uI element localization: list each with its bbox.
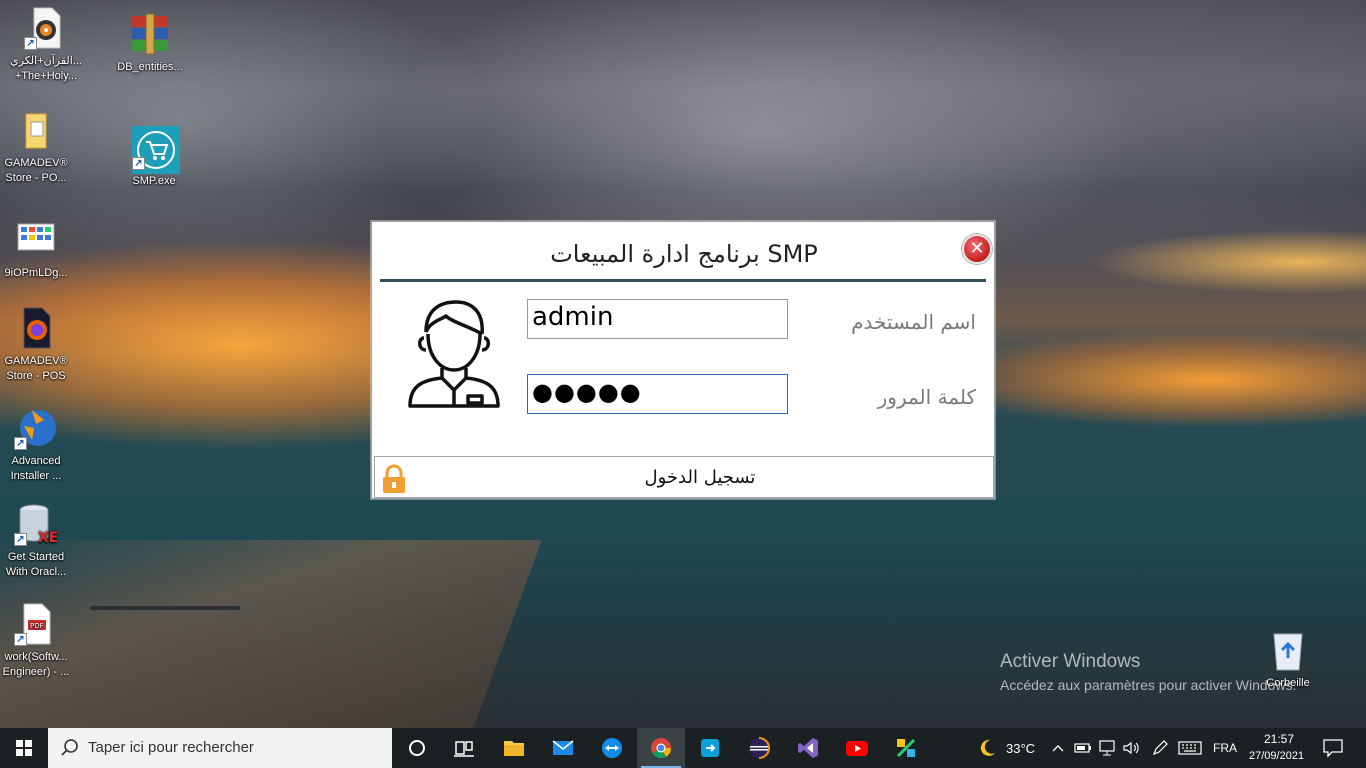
desktop-icon-oracle[interactable]: XE ↗ Get Started With Oracl... bbox=[0, 502, 78, 580]
taskbar-app-file-explorer[interactable] bbox=[490, 728, 538, 768]
wallpaper-beach bbox=[0, 540, 542, 728]
login-dialog: برنامج ادارة المبيعات SMP ✕ اسم المستخدم… bbox=[371, 221, 995, 499]
firefox-file-icon bbox=[14, 306, 58, 350]
task-view-icon bbox=[454, 741, 474, 757]
desktop-icon-pdf[interactable]: PDF ↗ work(Softw... Engineer) - ... bbox=[0, 602, 78, 680]
svg-text:PDF: PDF bbox=[30, 622, 44, 630]
desktop-icon-label: Get Started With Oracl... bbox=[5, 551, 67, 578]
taskbar-app-chrome[interactable] bbox=[637, 728, 685, 768]
taskbar: Taper ici pour rechercher 33°C FRA 21:57… bbox=[0, 728, 1366, 768]
desktop-icon-smp[interactable]: ↗ SMP.exe bbox=[112, 126, 196, 189]
search-icon bbox=[61, 739, 78, 756]
desktop-icon-label: القرآن+الكري... +The+Holy... bbox=[10, 55, 82, 82]
username-field[interactable]: admin bbox=[527, 299, 788, 339]
eclipse-icon bbox=[749, 737, 770, 759]
desktop-icon-label: 9iOPmLDg... bbox=[4, 267, 68, 279]
login-button-label: تسجيل الدخول bbox=[644, 467, 756, 488]
pdf-file-icon: PDF ↗ bbox=[14, 602, 58, 646]
mail-icon bbox=[552, 740, 574, 755]
taskbar-app-mail[interactable] bbox=[539, 728, 587, 768]
clock-date[interactable]: 27/09/2021 bbox=[1249, 750, 1304, 762]
oracle-database-icon: XE ↗ bbox=[14, 502, 58, 546]
close-icon: ✕ bbox=[969, 238, 985, 259]
notifications-icon[interactable] bbox=[1322, 738, 1344, 758]
teamviewer-icon bbox=[602, 738, 622, 758]
search-placeholder: Taper ici pour rechercher bbox=[88, 739, 254, 756]
taskbar-app-remote-desktop[interactable] bbox=[686, 728, 734, 768]
username-label: اسم المستخدم bbox=[851, 310, 976, 334]
tool-app-icon bbox=[896, 738, 916, 758]
language-indicator[interactable]: FRA bbox=[1213, 741, 1237, 755]
advanced-installer-icon: ↗ bbox=[14, 406, 58, 450]
wallpaper-pier bbox=[90, 606, 240, 610]
winrar-archive-icon bbox=[128, 12, 172, 56]
recycle-bin-icon bbox=[1266, 628, 1310, 672]
desktop-icon-label: GAMADEV® Store - POS bbox=[4, 355, 68, 382]
desktop-icon-label: Advanced Installer ... bbox=[10, 455, 62, 482]
cortana-button[interactable] bbox=[393, 728, 441, 768]
desktop-icon-label: DB_entities... bbox=[117, 61, 183, 73]
pen-icon[interactable] bbox=[1150, 739, 1170, 757]
login-button[interactable]: تسجيل الدخول bbox=[374, 456, 994, 498]
visual-studio-icon bbox=[798, 738, 818, 758]
audio-file-icon: ↗ bbox=[24, 6, 68, 50]
chrome-icon bbox=[651, 738, 672, 759]
activate-windows-title: Activer Windows bbox=[1000, 651, 1141, 672]
network-icon[interactable] bbox=[1098, 739, 1118, 757]
desktop-icon-label: SMP.exe bbox=[132, 175, 176, 187]
taskbar-app-tool[interactable] bbox=[882, 728, 930, 768]
desktop-icon-gamadev-pos[interactable]: GAMADEV® Store - POS bbox=[0, 306, 78, 384]
remote-desktop-icon bbox=[701, 739, 719, 757]
weather-temperature[interactable]: 33°C bbox=[1006, 741, 1035, 756]
activate-windows-subtitle: Accédez aux paramètres pour activer Wind… bbox=[1000, 677, 1297, 693]
image-file-icon bbox=[14, 218, 58, 262]
password-label: كلمة المرور bbox=[877, 385, 976, 409]
desktop-icon-advanced-installer[interactable]: ↗ Advanced Installer ... bbox=[0, 406, 78, 484]
desktop-icon-label: work(Softw... Engineer) - ... bbox=[2, 651, 70, 678]
taskbar-app-eclipse[interactable] bbox=[735, 728, 783, 768]
title-divider bbox=[380, 279, 986, 282]
desktop-icon-quran[interactable]: ↗ القرآن+الكري... +The+Holy... bbox=[4, 6, 88, 84]
taskbar-app-visual-studio[interactable] bbox=[784, 728, 832, 768]
taskbar-app-youtube[interactable] bbox=[833, 728, 881, 768]
user-avatar-icon bbox=[406, 298, 502, 410]
clock-time[interactable]: 21:57 bbox=[1264, 732, 1294, 746]
folder-icon bbox=[14, 108, 58, 152]
chevron-up-icon[interactable] bbox=[1050, 740, 1066, 756]
svg-text:XE: XE bbox=[38, 530, 58, 546]
keyboard-icon[interactable] bbox=[1178, 740, 1202, 756]
start-button[interactable] bbox=[0, 728, 48, 768]
desktop-icon-db-entities[interactable]: DB_entities... bbox=[108, 12, 192, 75]
shopping-cart-app-icon: ↗ bbox=[132, 126, 180, 174]
password-field[interactable]: ●●●●● bbox=[527, 374, 788, 414]
taskbar-search-box[interactable]: Taper ici pour rechercher bbox=[48, 728, 392, 768]
task-view-button[interactable] bbox=[440, 728, 488, 768]
youtube-icon bbox=[846, 741, 868, 756]
desktop-icon-label: GAMADEV® Store - PO... bbox=[4, 157, 68, 184]
battery-icon[interactable] bbox=[1074, 740, 1092, 756]
folder-icon bbox=[504, 741, 524, 756]
username-value: admin bbox=[532, 302, 614, 332]
close-button[interactable]: ✕ bbox=[962, 234, 992, 264]
taskbar-app-teamviewer[interactable] bbox=[588, 728, 636, 768]
desktop-icon-gamadev-folder[interactable]: GAMADEV® Store - PO... bbox=[0, 108, 78, 186]
weather-moon-icon[interactable] bbox=[976, 737, 998, 759]
windows-logo-icon bbox=[16, 740, 32, 756]
dialog-title: برنامج ادارة المبيعات SMP bbox=[550, 240, 818, 268]
volume-icon[interactable] bbox=[1122, 739, 1140, 757]
cortana-icon bbox=[409, 740, 425, 756]
password-mask: ●●●●● bbox=[532, 378, 642, 406]
desktop-icon-image[interactable]: 9iOPmLDg... bbox=[0, 218, 78, 281]
